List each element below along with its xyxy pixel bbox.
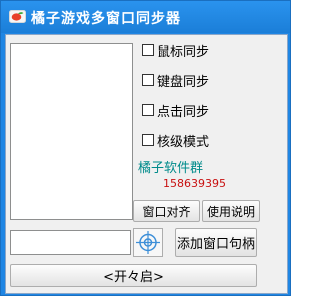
window-title: 橘子游戏多窗口同步器 [31, 11, 181, 27]
align-windows-button[interactable]: 窗口对齐 [133, 200, 200, 222]
help-button[interactable]: 使用说明 [202, 200, 260, 222]
click-sync-label: 点击同步 [157, 104, 210, 120]
start-button[interactable]: <开々启> [10, 264, 257, 287]
checkbox-box[interactable] [142, 134, 154, 146]
mouse-sync-checkbox[interactable]: 鼠标同步 [142, 41, 210, 60]
title-bar[interactable]: 橘子游戏多窗口同步器 [1, 1, 290, 33]
group-name-label: 橘子软件群 [138, 161, 204, 176]
keyboard-sync-label: 键盘同步 [157, 74, 210, 90]
add-window-handle-button[interactable]: 添加窗口句柄 [175, 228, 257, 257]
crosshair-target-icon [136, 231, 160, 254]
checkbox-box[interactable] [142, 44, 154, 56]
window-picker-button[interactable] [133, 228, 163, 257]
nuclear-mode-checkbox[interactable]: 核级模式 [142, 131, 210, 150]
mouse-sync-label: 鼠标同步 [157, 44, 210, 60]
nuclear-mode-label: 核级模式 [157, 134, 210, 150]
window-list[interactable] [10, 43, 133, 220]
keyboard-sync-checkbox[interactable]: 键盘同步 [142, 71, 210, 90]
group-number-label: 158639395 [163, 177, 226, 190]
click-sync-checkbox[interactable]: 点击同步 [142, 101, 210, 120]
checkbox-box[interactable] [142, 74, 154, 86]
handle-input[interactable] [10, 230, 131, 255]
orange-fruit-icon [9, 10, 26, 23]
main-panel: 鼠标同步 键盘同步 点击同步 核级模式 橘子软件群 158639395 窗口对齐… [5, 34, 288, 294]
app-window: 橘子游戏多窗口同步器 鼠标同步 键盘同步 点击同步 核级模式 橘子软件群 158… [0, 0, 291, 296]
checkbox-box[interactable] [142, 104, 154, 116]
